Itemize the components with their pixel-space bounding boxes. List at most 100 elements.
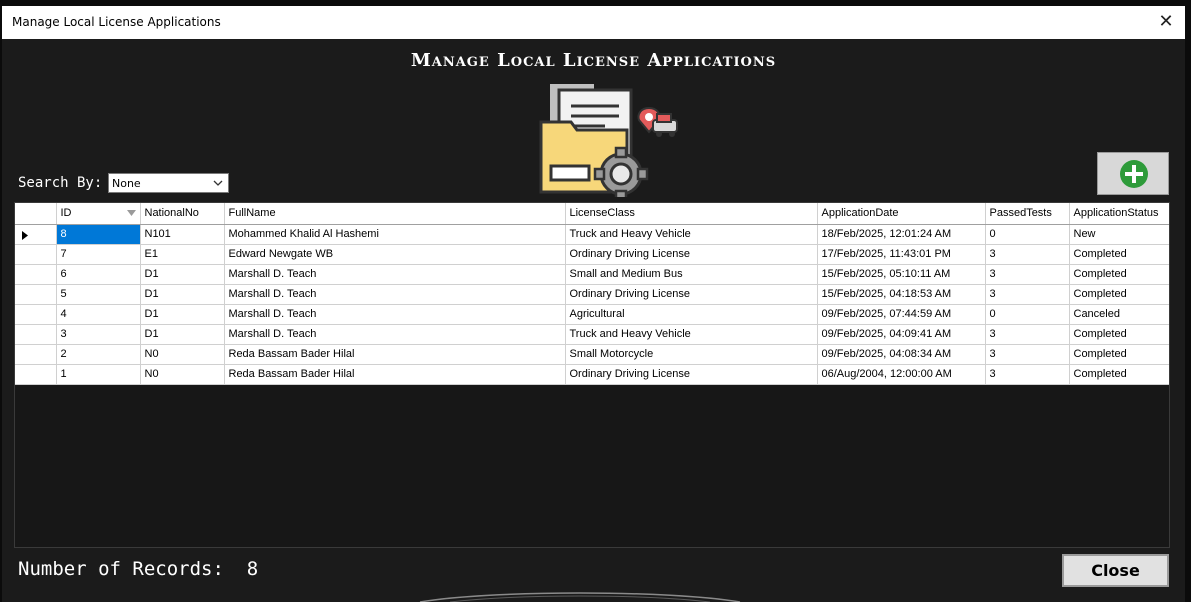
cell-licenseclass[interactable]: Ordinary Driving License (565, 284, 818, 305)
title-bar: Manage Local License Applications ✕ (2, 6, 1185, 39)
cell-applicationdate[interactable]: 09/Feb/2025, 04:09:41 AM (817, 324, 986, 345)
cell-nationalno[interactable]: N0 (140, 364, 225, 385)
table-row[interactable]: 5 D1 Marshall D. Teach Ordinary Driving … (15, 284, 1169, 305)
cell-fullname[interactable]: Reda Bassam Bader Hilal (224, 344, 566, 365)
table-row[interactable]: 1 N0 Reda Bassam Bader Hilal Ordinary Dr… (15, 364, 1169, 385)
cell-applicationdate[interactable]: 09/Feb/2025, 07:44:59 AM (817, 304, 986, 325)
cell-applicationstatus[interactable]: Completed (1069, 244, 1169, 265)
cell-fullname[interactable]: Reda Bassam Bader Hilal (224, 364, 566, 385)
add-application-button[interactable] (1097, 152, 1169, 195)
cell-id[interactable]: 5 (56, 284, 141, 305)
search-by-dropdown[interactable]: None (108, 173, 229, 193)
row-header[interactable] (15, 244, 57, 265)
cell-nationalno[interactable]: D1 (140, 284, 225, 305)
cell-passedtests[interactable]: 3 (985, 344, 1070, 365)
cell-id[interactable]: 7 (56, 244, 141, 265)
column-header-applicationdate[interactable]: ApplicationDate (817, 203, 986, 225)
cell-nationalno[interactable]: D1 (140, 324, 225, 345)
plus-circle-icon (1120, 160, 1148, 188)
row-header[interactable] (15, 284, 57, 305)
cell-licenseclass[interactable]: Agricultural (565, 304, 818, 325)
cell-id[interactable]: 4 (56, 304, 141, 325)
row-header[interactable] (15, 344, 57, 365)
column-header-applicationstatus[interactable]: ApplicationStatus (1069, 203, 1169, 225)
cell-passedtests[interactable]: 3 (985, 284, 1070, 305)
cell-passedtests[interactable]: 3 (985, 364, 1070, 385)
cell-nationalno[interactable]: N101 (140, 224, 225, 245)
row-header[interactable] (15, 304, 57, 325)
cell-applicationdate[interactable]: 15/Feb/2025, 04:18:53 AM (817, 284, 986, 305)
table-row[interactable]: 8 N101 Mohammed Khalid Al Hashemi Truck … (15, 224, 1169, 245)
applications-grid[interactable]: ID NationalNo FullName LicenseClass Appl… (14, 202, 1170, 548)
cell-id[interactable]: 6 (56, 264, 141, 285)
table-row[interactable]: 2 N0 Reda Bassam Bader Hilal Small Motor… (15, 344, 1169, 365)
records-count-value: 8 (246, 558, 259, 580)
cell-licenseclass[interactable]: Truck and Heavy Vehicle (565, 324, 818, 345)
column-header-label: ID (60, 207, 72, 220)
cell-applicationdate[interactable]: 17/Feb/2025, 11:43:01 PM (817, 244, 986, 265)
cell-fullname[interactable]: Marshall D. Teach (224, 304, 566, 325)
table-row[interactable]: 7 E1 Edward Newgate WB Ordinary Driving … (15, 244, 1169, 265)
table-row[interactable]: 3 D1 Marshall D. Teach Truck and Heavy V… (15, 324, 1169, 345)
sort-descending-icon (126, 210, 136, 217)
window-title: Manage Local License Applications (12, 15, 221, 29)
cell-applicationstatus[interactable]: Completed (1069, 264, 1169, 285)
search-by-label: Search By: (18, 175, 103, 191)
cell-id[interactable]: 3 (56, 324, 141, 345)
applications-table: ID NationalNo FullName LicenseClass Appl… (15, 203, 1169, 385)
records-count-label: Number of Records: 8 (18, 558, 258, 580)
cell-nationalno[interactable]: D1 (140, 304, 225, 325)
cell-id[interactable]: 1 (56, 364, 141, 385)
cell-id[interactable]: 2 (56, 344, 141, 365)
cell-fullname[interactable]: Mohammed Khalid Al Hashemi (224, 224, 566, 245)
column-header-id[interactable]: ID (56, 203, 141, 225)
cell-passedtests[interactable]: 0 (985, 224, 1070, 245)
cell-applicationdate[interactable]: 15/Feb/2025, 05:10:11 AM (817, 264, 986, 285)
chevron-down-icon (213, 180, 223, 186)
page-title: Manage Local License Applications (410, 50, 777, 71)
column-header-licenseclass[interactable]: LicenseClass (565, 203, 818, 225)
row-header-corner (15, 203, 57, 225)
cell-fullname[interactable]: Edward Newgate WB (224, 244, 566, 265)
cell-licenseclass[interactable]: Small Motorcycle (565, 344, 818, 365)
cell-id[interactable]: 8 (56, 224, 141, 245)
cell-applicationdate[interactable]: 18/Feb/2025, 12:01:24 AM (817, 224, 986, 245)
cell-applicationstatus[interactable]: Completed (1069, 324, 1169, 345)
current-row-arrow-icon (22, 230, 28, 240)
cell-licenseclass[interactable]: Small and Medium Bus (565, 264, 818, 285)
cell-nationalno[interactable]: N0 (140, 344, 225, 365)
cell-passedtests[interactable]: 3 (985, 264, 1070, 285)
cell-passedtests[interactable]: 3 (985, 324, 1070, 345)
close-button[interactable]: Close (1062, 554, 1169, 587)
cell-fullname[interactable]: Marshall D. Teach (224, 284, 566, 305)
window-close-icon[interactable]: ✕ (1155, 10, 1177, 34)
background-decoration (419, 592, 741, 602)
cell-applicationstatus[interactable]: Canceled (1069, 304, 1169, 325)
cell-fullname[interactable]: Marshall D. Teach (224, 324, 566, 345)
cell-nationalno[interactable]: E1 (140, 244, 225, 265)
row-header[interactable] (15, 364, 57, 385)
table-row[interactable]: 4 D1 Marshall D. Teach Agricultural 09/F… (15, 304, 1169, 325)
cell-passedtests[interactable]: 0 (985, 304, 1070, 325)
row-header[interactable] (15, 264, 57, 285)
cell-applicationstatus[interactable]: Completed (1069, 364, 1169, 385)
cell-applicationdate[interactable]: 09/Feb/2025, 04:08:34 AM (817, 344, 986, 365)
cell-applicationstatus[interactable]: Completed (1069, 344, 1169, 365)
cell-applicationstatus[interactable]: Completed (1069, 284, 1169, 305)
cell-passedtests[interactable]: 3 (985, 244, 1070, 265)
cell-licenseclass[interactable]: Ordinary Driving License (565, 364, 818, 385)
manage-applications-window: Manage Local License Applications ✕ Mana… (2, 6, 1185, 602)
table-row[interactable]: 6 D1 Marshall D. Teach Small and Medium … (15, 264, 1169, 285)
cell-licenseclass[interactable]: Ordinary Driving License (565, 244, 818, 265)
row-header[interactable] (15, 224, 57, 245)
cell-nationalno[interactable]: D1 (140, 264, 225, 285)
column-header-nationalno[interactable]: NationalNo (140, 203, 225, 225)
cell-applicationstatus[interactable]: New (1069, 224, 1169, 245)
cell-applicationdate[interactable]: 06/Aug/2004, 12:00:00 AM (817, 364, 986, 385)
column-header-passedtests[interactable]: PassedTests (985, 203, 1070, 225)
column-header-fullname[interactable]: FullName (224, 203, 566, 225)
cell-licenseclass[interactable]: Truck and Heavy Vehicle (565, 224, 818, 245)
grid-body: 8 N101 Mohammed Khalid Al Hashemi Truck … (15, 224, 1169, 385)
row-header[interactable] (15, 324, 57, 345)
cell-fullname[interactable]: Marshall D. Teach (224, 264, 566, 285)
